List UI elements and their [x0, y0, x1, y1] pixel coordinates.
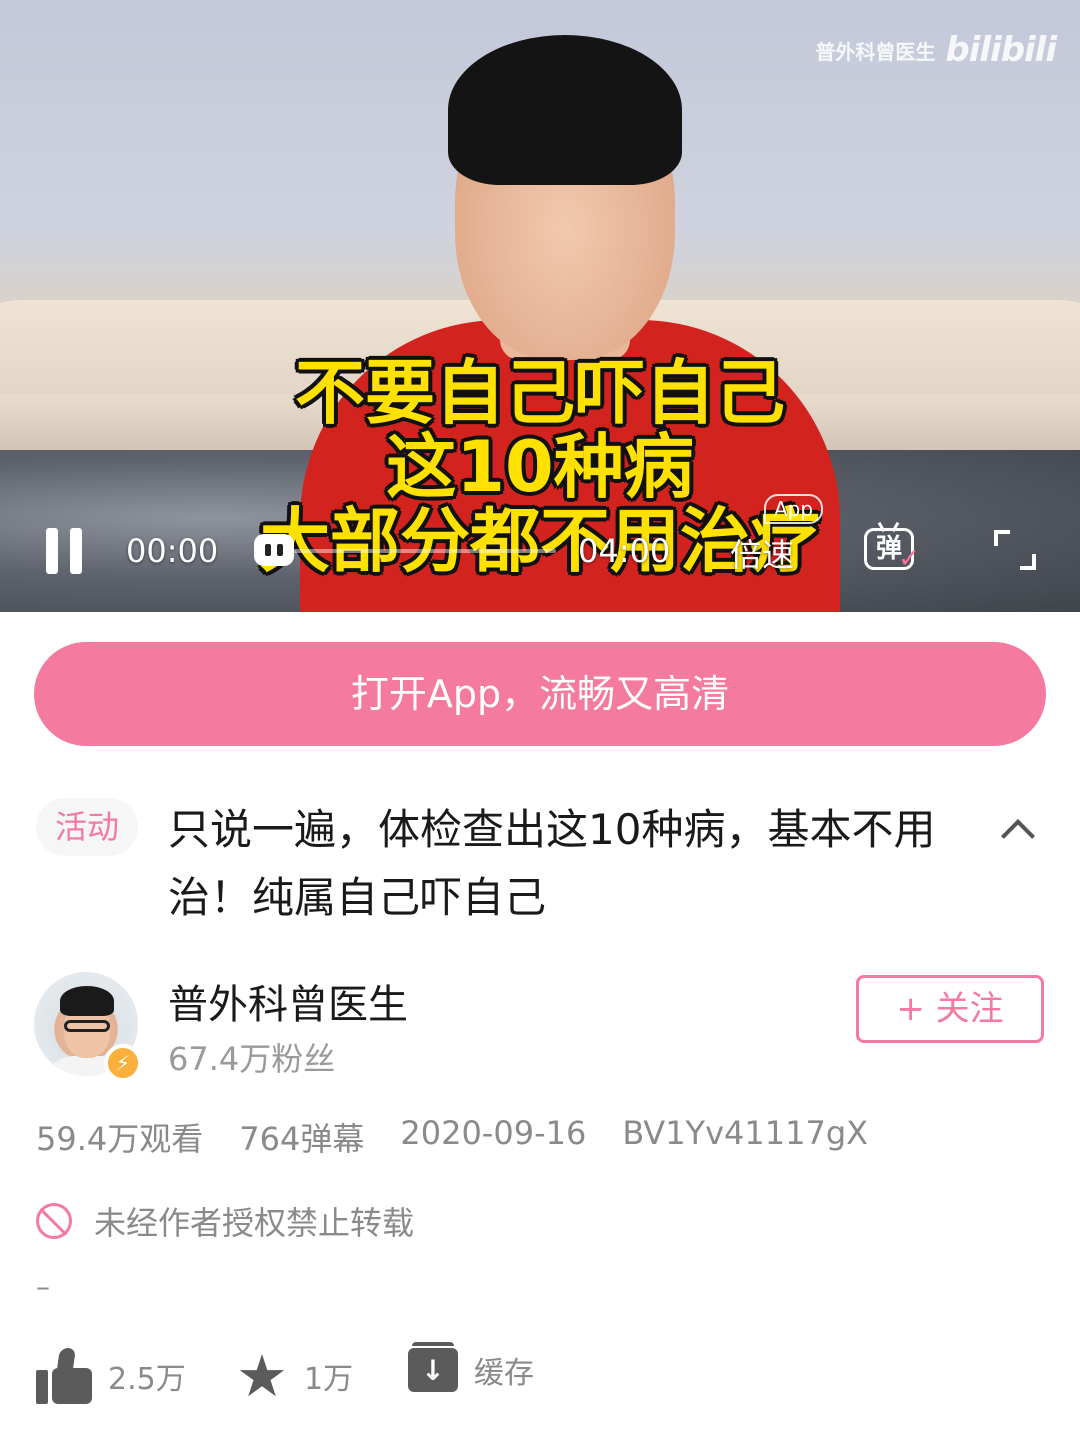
uploader-fans: 67.4万粉丝 [168, 1040, 336, 1078]
repost-notice-text: 未经作者授权禁止转载 [94, 1204, 415, 1242]
chevron-up-icon[interactable] [1000, 814, 1034, 848]
like-button[interactable]: 2.5万 [36, 1348, 186, 1404]
follow-button[interactable]: + 关注 [856, 975, 1044, 1043]
progress-track[interactable] [256, 549, 556, 553]
action-bar: 2.5万 ★ 1万 ↓ 缓存 [0, 1340, 1080, 1420]
cache-label: 缓存 [474, 1356, 534, 1391]
watermark-author: 普外科曾医生 [815, 39, 936, 64]
danmaku-count: 764弹幕 [239, 1120, 365, 1158]
download-icon: ↓ [408, 1342, 458, 1392]
thumbs-up-icon [36, 1348, 92, 1404]
like-count: 2.5万 [108, 1362, 186, 1397]
progress-knob-icon[interactable] [254, 534, 294, 566]
repost-notice: 未经作者授权禁止转载 [36, 1198, 414, 1244]
video-description: – [36, 1270, 50, 1303]
ban-icon [36, 1203, 72, 1239]
cache-button[interactable]: ↓ 缓存 [408, 1342, 534, 1392]
activity-tag[interactable]: 活动 [36, 798, 138, 856]
video-caption-line-1: 不要自己吓自己 [295, 352, 785, 434]
star-icon: ★ [236, 1342, 288, 1410]
danmaku-toggle-icon[interactable]: 弹 ✓ [862, 521, 920, 574]
fullscreen-icon[interactable] [994, 530, 1036, 570]
player-controls: 00:00 04:00 App 倍速 弹 ✓ [0, 494, 1080, 600]
app-badge: App [764, 494, 824, 524]
uploader-name[interactable]: 普外科曾医生 [168, 972, 408, 1030]
bv-id: BV1Yv41117gX [622, 1114, 869, 1152]
video-person-hair [448, 35, 682, 185]
favorite-count: 1万 [304, 1362, 354, 1397]
publish-date: 2020-09-16 [400, 1114, 587, 1152]
check-icon: ✓ [898, 544, 920, 574]
current-time: 00:00 [126, 532, 219, 570]
view-count: 59.4万观看 [36, 1120, 204, 1158]
lightning-badge-icon: ⚡ [104, 1044, 142, 1082]
video-stats: 59.4万观看 764弹幕 2020-09-16 BV1Yv41117gX [36, 1114, 868, 1160]
video-player[interactable]: 普外科曾医生 bilibili 不要自己吓自己 这10种病 大部分都不用治疗 0… [0, 0, 1080, 612]
favorite-button[interactable]: ★ 1万 [236, 1342, 354, 1410]
speed-button[interactable]: 倍速 [730, 530, 794, 576]
bilibili-logo: bilibili [945, 30, 1057, 70]
open-app-button[interactable]: 打开App，流畅又高清 [34, 642, 1046, 746]
video-watermark: 普外科曾医生 bilibili [815, 30, 1057, 70]
total-time: 04:00 [578, 532, 671, 570]
pause-icon[interactable] [44, 528, 84, 574]
video-caption-line-2: 这10种病 [386, 426, 694, 508]
video-title: 只说一遍，体检查出这10种病，基本不用治！纯属自己吓自己 [168, 805, 936, 922]
